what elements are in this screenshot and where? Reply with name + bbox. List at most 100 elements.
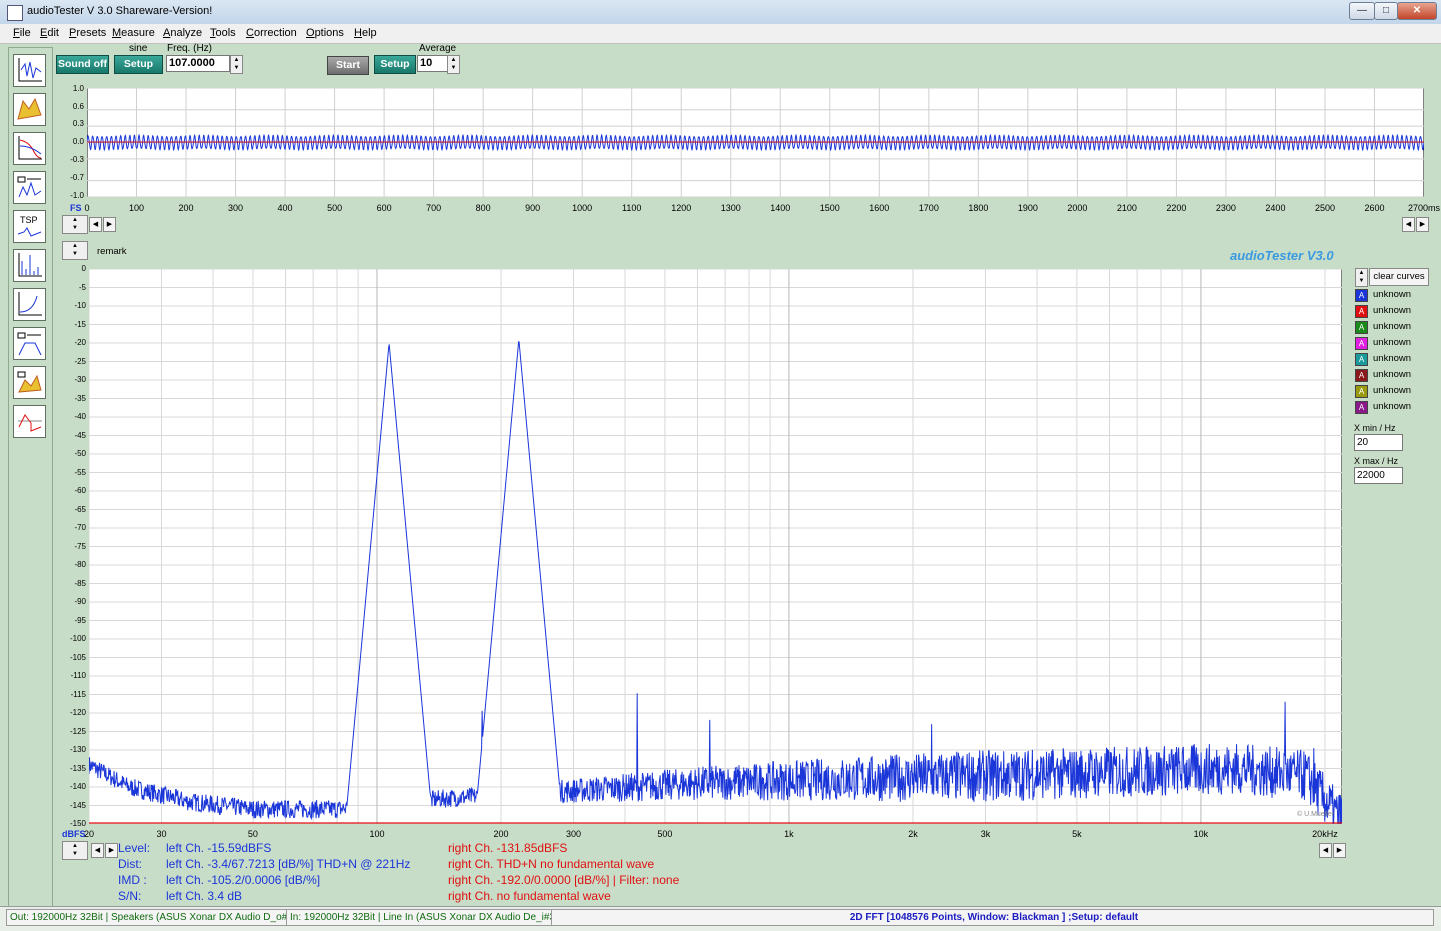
average-spinner[interactable]: ▲ ▼ [447,55,460,74]
spectrum-x-tick: 300 [566,829,582,839]
menu-options[interactable]: Options [306,27,344,39]
curve-color-swatch[interactable]: A [1355,337,1368,350]
spectrum-x-tick: 100 [369,829,385,839]
title-bar: audioTester V 3.0 Shareware-Version! — □… [0,0,1441,25]
sound-off-button[interactable]: Sound off [56,55,109,74]
left-toolbar: TSP [8,47,53,907]
xmax-input[interactable]: 22000 [1354,467,1403,484]
spectrum-x-tick: 2k [908,829,918,839]
oscilloscope-icon [18,58,42,82]
curve-color-swatch[interactable]: A [1355,369,1368,382]
spectrum-scroll-left-end[interactable]: ◀ [1319,843,1332,858]
scope-x-tick: 2600 [1364,203,1385,213]
curve-color-swatch[interactable]: A [1355,385,1368,398]
scope-y-tick: -0.7 [70,173,84,182]
curve-color-swatch[interactable]: A [1355,401,1368,414]
menu-presets[interactable]: Presets [69,27,106,39]
menu-help[interactable]: Help [354,27,377,39]
scope-scroll-right-end[interactable]: ▶ [1416,217,1429,232]
spectrum-3d-tool[interactable] [13,93,46,126]
clear-curves-button[interactable]: clear curves [1369,268,1429,286]
spectrum-x-zoom-spinner[interactable]: ▲ ▼ [62,841,88,860]
legend-spinner[interactable]: ▲ ▼ [1355,268,1368,287]
curve-color-swatch[interactable]: A [1355,353,1368,366]
scope-y-tick: 0.6 [72,102,84,111]
status-output: Out: 192000Hz 32Bit | Speakers (ASUS Xon… [6,909,288,926]
spectrum-y-tick: -45 [74,430,86,440]
scope-scroll-left[interactable]: ◀ [89,217,102,232]
spectrum-y-tick: -60 [74,486,86,495]
minimize-button[interactable]: — [1349,2,1375,20]
spectrum-scroll-left[interactable]: ◀ [91,843,104,858]
start-button[interactable]: Start [327,56,369,75]
maximize-button[interactable]: □ [1374,2,1398,20]
distortion-icon [17,176,42,198]
measure-setup-button[interactable]: Setup [374,55,416,74]
oscilloscope-tool[interactable] [13,54,46,87]
curve-color-swatch[interactable]: A [1355,305,1368,318]
spectrum-scroll-right-end[interactable]: ▶ [1333,843,1346,858]
scope-x-tick: 2200 [1166,203,1187,213]
waterfall-tool[interactable] [13,366,46,399]
scope-x-tick: 1700 [918,203,939,213]
spectrum-y-tick: -70 [74,523,86,532]
right-sn-value: right Ch. no fundamental wave [448,889,611,903]
spectrum-y-tick: -100 [69,634,86,643]
spectrum-x-tick: 10k [1193,829,1209,839]
curve-color-swatch[interactable]: A [1355,321,1368,334]
close-button[interactable]: ✕ [1397,2,1437,20]
xmin-input[interactable]: 20 [1354,434,1403,451]
curve-legend-label: unknown [1373,337,1412,348]
tsp-tool[interactable]: TSP [13,210,46,243]
impulse-tool[interactable] [13,288,46,321]
scope-x-tick: 500 [327,203,343,213]
spectrum-y-tick: -110 [70,671,86,680]
scope-x-tick: 2000 [1067,203,1088,213]
curve-color-swatch[interactable]: A [1355,289,1368,302]
scope-y-tick: 0.0 [72,137,84,146]
status-input: In: 192000Hz 32Bit | Line In (ASUS Xonar… [286,909,553,926]
spectrum-x-tick: 500 [657,829,673,839]
scope-scroll-left-end[interactable]: ◀ [1402,217,1415,232]
curve-legend-label: unknown [1373,305,1412,316]
scope-zoom-spinner[interactable]: ▲ ▼ [62,215,88,234]
scope-x-tick: 2500 [1314,203,1335,213]
spectrum-y-tick: -115 [70,689,86,699]
spectrum-y-tick: -150 [69,819,86,828]
scope-x-tick: 800 [475,203,491,213]
menu-analyze[interactable]: Analyze [163,27,202,39]
spectrum-y-tick: -85 [74,578,86,588]
status-fft: 2D FFT [1048576 Points, Window: Blackman… [551,909,1434,926]
menu-file[interactable]: File [13,27,31,39]
fft-tool[interactable] [13,249,46,282]
menu-correction[interactable]: Correction [246,27,297,39]
curve-legend-label: unknown [1373,321,1412,332]
scope-scroll-right[interactable]: ▶ [103,217,116,232]
menu-edit[interactable]: Edit [40,27,59,39]
remark-label: remark [97,246,127,257]
waterfall-icon [17,371,42,393]
distortion-tool[interactable] [13,171,46,204]
scope-x-tick: 300 [228,203,244,213]
spectrum-x-tick: 1k [784,829,794,839]
scope-x-tick: 600 [376,203,392,213]
menu-tools[interactable]: Tools [210,27,236,39]
spectrum-zoom-spinner[interactable]: ▲ ▼ [62,241,88,260]
scope-x-tick: 1900 [1017,203,1038,213]
left-sn-value: left Ch. 3.4 dB [166,889,243,903]
step-response-tool[interactable] [13,405,46,438]
right-level-value: right Ch. -131.85dBFS [448,841,568,855]
frequency-response-tool[interactable] [13,132,46,165]
generator-setup-button[interactable]: Setup [114,55,163,74]
freq-input[interactable]: 107.0000 [166,55,230,72]
menu-measure[interactable]: Measure [112,27,155,39]
spectrum-y-tick: -50 [74,449,86,458]
scope-y-tick: 1.0 [72,84,84,93]
impulse-icon [18,292,42,316]
freq-spinner[interactable]: ▲ ▼ [230,55,243,74]
spectrum-scroll-right[interactable]: ▶ [105,843,118,858]
filter-response-tool[interactable] [13,327,46,360]
scope-unit-label: FS [70,203,82,213]
average-input[interactable]: 10 [417,55,449,72]
spectrum-x-tick: 30 [156,829,167,839]
